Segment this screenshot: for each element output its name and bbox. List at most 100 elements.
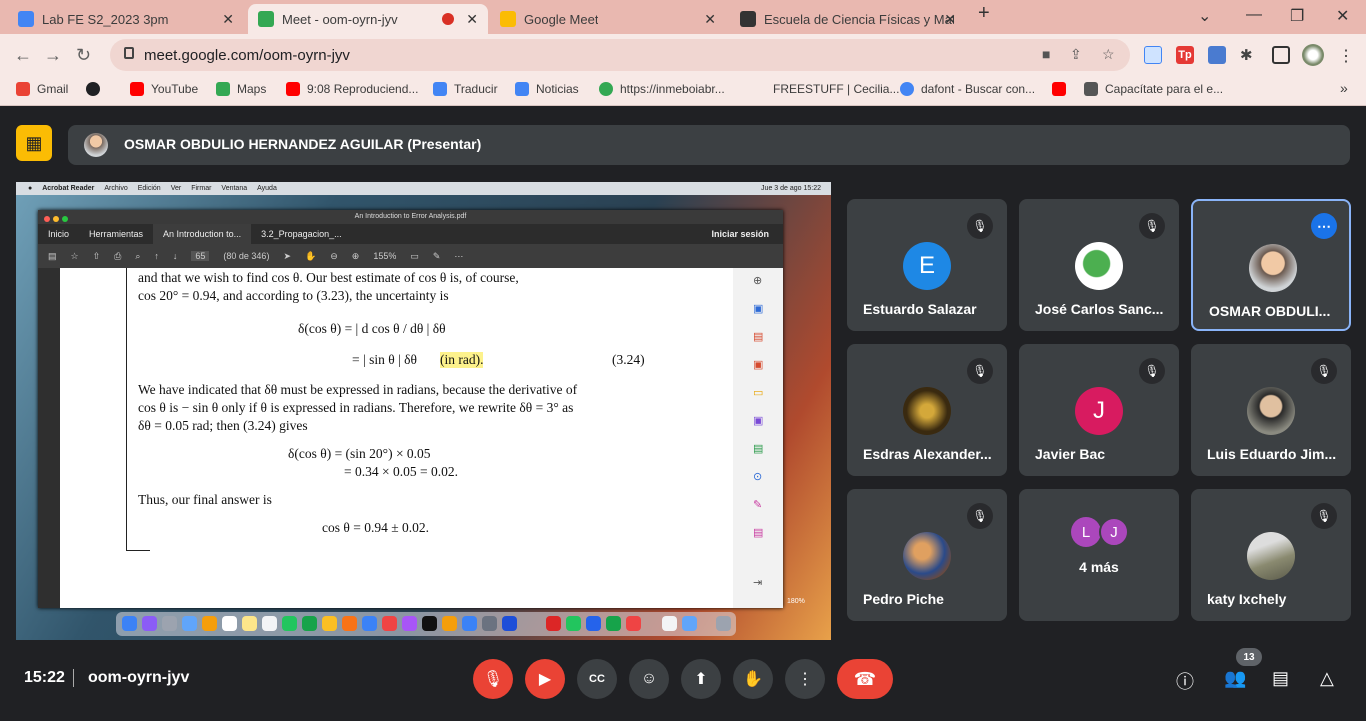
close-icon[interactable]: ✕	[222, 11, 234, 28]
bookmark-youtube[interactable]: YouTube	[130, 82, 198, 96]
bookmark-gmail[interactable]: Gmail	[16, 82, 68, 96]
tab-search-icon[interactable]: ⌄	[1198, 6, 1211, 26]
window-close-icon[interactable]: ✕	[1336, 6, 1349, 26]
mac-clock: Jue 3 de ago 15:22	[761, 185, 821, 192]
youtube-icon	[130, 82, 144, 96]
document-icon: ▤	[753, 527, 764, 539]
bookmark-url[interactable]: https://inmeboiabr...	[599, 82, 725, 96]
organize-icon: ▤	[753, 331, 764, 343]
avatar: L	[1071, 517, 1101, 547]
zoom-out-icon: ⊖	[330, 250, 338, 261]
participant-name: Javier Bac	[1035, 446, 1106, 462]
menu-item: Ver	[170, 185, 182, 192]
clock: 15:22	[24, 669, 65, 686]
pdf-line: cos 20° = 0.94, and according to (3.23),…	[138, 288, 449, 303]
news-icon	[515, 82, 529, 96]
captions-icon[interactable]: CC	[577, 659, 617, 699]
more-participants-tile[interactable]: L J 4 más	[1019, 489, 1179, 621]
bookmark-label: https://inmeboiabr...	[620, 82, 725, 96]
participant-count-badge: 13	[1236, 648, 1262, 666]
present-icon[interactable]: ⬆	[681, 659, 721, 699]
participant-name: OSMAR OBDULI...	[1209, 303, 1331, 319]
page-icon	[752, 82, 766, 96]
apple-icon: ●	[28, 185, 33, 192]
hangup-icon[interactable]: ☎	[837, 659, 893, 699]
control-bar: 15:22 oom-oyrn-jyv 🎙 ▶ CC ☺ ⬆ ✋ ⋮ ☎ ⓘ 13…	[0, 648, 1366, 721]
page-number: 65	[191, 251, 210, 261]
participant-tile[interactable]: 🎙 José Carlos Sanc...	[1019, 199, 1179, 331]
bookmark-maps[interactable]: Maps	[216, 82, 266, 96]
extension-icon[interactable]	[1208, 46, 1226, 64]
pdf-page: and that we wish to find cos θ. Our best…	[60, 268, 733, 608]
tp-extension-icon[interactable]: Tp	[1176, 46, 1194, 64]
minimize-icon[interactable]: —	[1246, 6, 1262, 24]
participant-name: Luis Eduardo Jim...	[1207, 446, 1337, 462]
avatar	[1247, 532, 1295, 580]
participant-tile[interactable]: 🎙 E Estuardo Salazar	[847, 199, 1007, 331]
close-icon[interactable]: ✕	[466, 11, 478, 28]
bookmark-youtube-2[interactable]	[1052, 82, 1073, 96]
puzzle-icon[interactable]: ✱	[1240, 46, 1258, 64]
restore-icon[interactable]: ❐	[1290, 6, 1304, 26]
zoom-in-icon: ⊕	[351, 250, 360, 261]
pdf-line: Thus, our final answer is	[138, 492, 272, 507]
people-icon[interactable]: 👥	[1224, 668, 1246, 689]
participant-tile[interactable]: 🎙 katy Ixchely	[1191, 489, 1351, 621]
presentation-icon[interactable]: ▦	[16, 125, 52, 161]
bookmark-translate[interactable]: Traducir	[433, 82, 498, 96]
participant-name: Pedro Piche	[863, 591, 944, 607]
meet-icon	[500, 11, 516, 27]
bookmark-globe[interactable]	[86, 82, 107, 96]
globe-icon	[599, 82, 613, 96]
tab-meet[interactable]: Meet - oom-oyrn-jyv ✕	[248, 4, 488, 34]
bookmark-capacitate[interactable]: Capacítate para el e...	[1084, 82, 1223, 96]
participant-tile[interactable]: 🎙 Pedro Piche	[847, 489, 1007, 621]
document-title: An Introduction to Error Analysis.pdf	[354, 213, 467, 220]
menu-icon[interactable]: ⋮	[1338, 46, 1356, 65]
protect-icon: ⊙	[753, 471, 763, 483]
new-tab-button[interactable]: +	[978, 2, 990, 25]
translate-icon	[433, 82, 447, 96]
share-icon[interactable]: ⇪	[1070, 46, 1082, 63]
more-icon: ⋯	[454, 250, 464, 261]
bookmark-news[interactable]: Noticias	[515, 82, 579, 96]
presenter-avatar	[84, 133, 108, 157]
edit-pdf-icon: ▣	[753, 303, 764, 315]
participant-tile[interactable]: 🎙 J Javier Bac	[1019, 344, 1179, 476]
info-icon[interactable]: ⓘ	[1176, 668, 1194, 694]
chat-icon[interactable]: ▤	[1272, 668, 1289, 689]
reload-icon[interactable]: ↻	[76, 45, 91, 66]
bookmark-freestuff[interactable]: FREESTUFF | Cecilia...	[752, 82, 899, 96]
participant-tile[interactable]: 🎙 Esdras Alexander...	[847, 344, 1007, 476]
presenter-bar: OSMAR OBDULIO HERNANDEZ AGUILAR (Present…	[68, 125, 1350, 165]
mic-off-icon[interactable]: 🎙	[473, 659, 513, 699]
docs-extension-icon[interactable]	[1144, 46, 1162, 64]
camera-icon[interactable]: ■	[1042, 46, 1050, 62]
tab-escuela[interactable]: Escuela de Ciencia Físicas y Mate ✕	[730, 4, 966, 34]
tab-google-meet[interactable]: Google Meet ✕	[490, 4, 726, 34]
sidebar-icon[interactable]	[1272, 46, 1290, 64]
address-bar[interactable]: meet.google.com/oom-oyrn-jyv ■ ⇪ ☆	[110, 39, 1130, 71]
raise-hand-icon[interactable]: ✋	[733, 659, 773, 699]
participant-tile[interactable]: ⋯ OSMAR OBDULI...	[1191, 199, 1351, 331]
participant-name: katy Ixchely	[1207, 591, 1287, 607]
bookmark-star-icon[interactable]: ☆	[1102, 46, 1115, 63]
more-bookmarks-button[interactable]: »	[1340, 80, 1348, 96]
menu-item: Archivo	[104, 185, 128, 192]
activities-icon[interactable]: △	[1320, 668, 1334, 689]
close-icon[interactable]: ✕	[944, 11, 956, 28]
bookmark-dafont[interactable]: dafont - Buscar con...	[900, 82, 1035, 96]
participant-tile[interactable]: 🎙 Luis Eduardo Jim...	[1191, 344, 1351, 476]
avatar	[903, 532, 951, 580]
bookmark-video[interactable]: 9:08 Reproduciend...	[286, 82, 418, 96]
profile-avatar[interactable]	[1302, 44, 1324, 66]
presenter-name: OSMAR OBDULIO HERNANDEZ AGUILAR (Present…	[124, 136, 482, 152]
close-icon[interactable]: ✕	[704, 11, 716, 28]
emoji-icon[interactable]: ☺	[629, 659, 669, 699]
camera-off-icon[interactable]: ▶	[525, 659, 565, 699]
forward-icon[interactable]: →	[44, 45, 62, 66]
tab-lab-fe[interactable]: Lab FE S2_2023 3pm ✕	[8, 4, 244, 34]
more-options-icon[interactable]: ⋯	[1311, 213, 1337, 239]
back-icon[interactable]: ←	[14, 45, 32, 66]
more-vert-icon[interactable]: ⋮	[785, 659, 825, 699]
